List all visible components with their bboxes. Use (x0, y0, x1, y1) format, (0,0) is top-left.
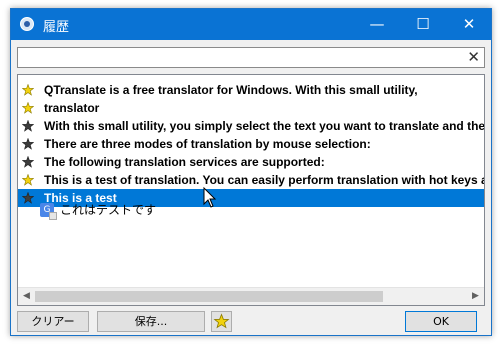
clear-search-icon[interactable]: ✕ (467, 48, 480, 67)
favorite-star-icon[interactable] (22, 102, 34, 114)
window-title: 履歴 (43, 20, 70, 35)
ok-button[interactable]: OK (405, 311, 477, 332)
close-button[interactable]: ✕ (446, 9, 492, 40)
history-list[interactable]: This is a test This is a test of translat… (17, 74, 485, 306)
history-item-text: There are three modes of translation by … (44, 137, 371, 151)
history-window: 履歴 — ☐ ✕ ✕ This is a test This is a test … (10, 8, 492, 336)
history-item[interactable]: With this small utility, you simply sele… (18, 117, 484, 135)
maximize-button[interactable]: ☐ (400, 9, 446, 40)
translation-row[interactable]: G これはテストです (18, 201, 484, 220)
favorite-star-icon[interactable] (22, 84, 34, 96)
favorite-filter-button[interactable] (211, 311, 232, 332)
history-item[interactable]: This is a test of translation. You can e… (18, 171, 484, 189)
scroll-left-icon[interactable]: ◀ (18, 288, 35, 305)
search-input[interactable]: ✕ (17, 47, 485, 68)
history-item[interactable]: The following translation services are s… (18, 153, 484, 171)
google-translate-icon: G (40, 203, 57, 220)
scrollbar-thumb[interactable] (35, 291, 383, 302)
clear-button[interactable]: クリアー (17, 311, 89, 332)
title-bar[interactable]: 履歴 — ☐ ✕ (11, 9, 491, 40)
history-item-text: The following translation services are s… (44, 155, 325, 169)
mouse-cursor-icon (203, 187, 217, 208)
star-icon[interactable] (22, 156, 34, 168)
scroll-right-icon[interactable]: ▶ (467, 288, 484, 305)
history-item[interactable]: translator (18, 99, 484, 117)
translation-text: これはテストです (60, 203, 157, 217)
horizontal-scrollbar[interactable]: ◀ ▶ (18, 287, 484, 305)
favorite-star-icon[interactable] (22, 174, 34, 186)
minimize-button[interactable]: — (354, 9, 400, 40)
save-button[interactable]: 保存... (97, 311, 205, 332)
history-item-text: translator (44, 101, 100, 115)
history-item-text: With this small utility, you simply sele… (44, 119, 484, 133)
star-icon (213, 313, 230, 329)
star-icon[interactable] (22, 120, 34, 132)
history-item[interactable]: QTranslate is a free translator for Wind… (18, 81, 484, 99)
history-item-text: This is a test of translation. You can e… (44, 173, 484, 187)
app-icon (20, 17, 34, 31)
history-item-text: QTranslate is a free translator for Wind… (44, 83, 418, 97)
star-icon[interactable] (22, 138, 34, 150)
history-item[interactable]: There are three modes of translation by … (18, 135, 484, 153)
